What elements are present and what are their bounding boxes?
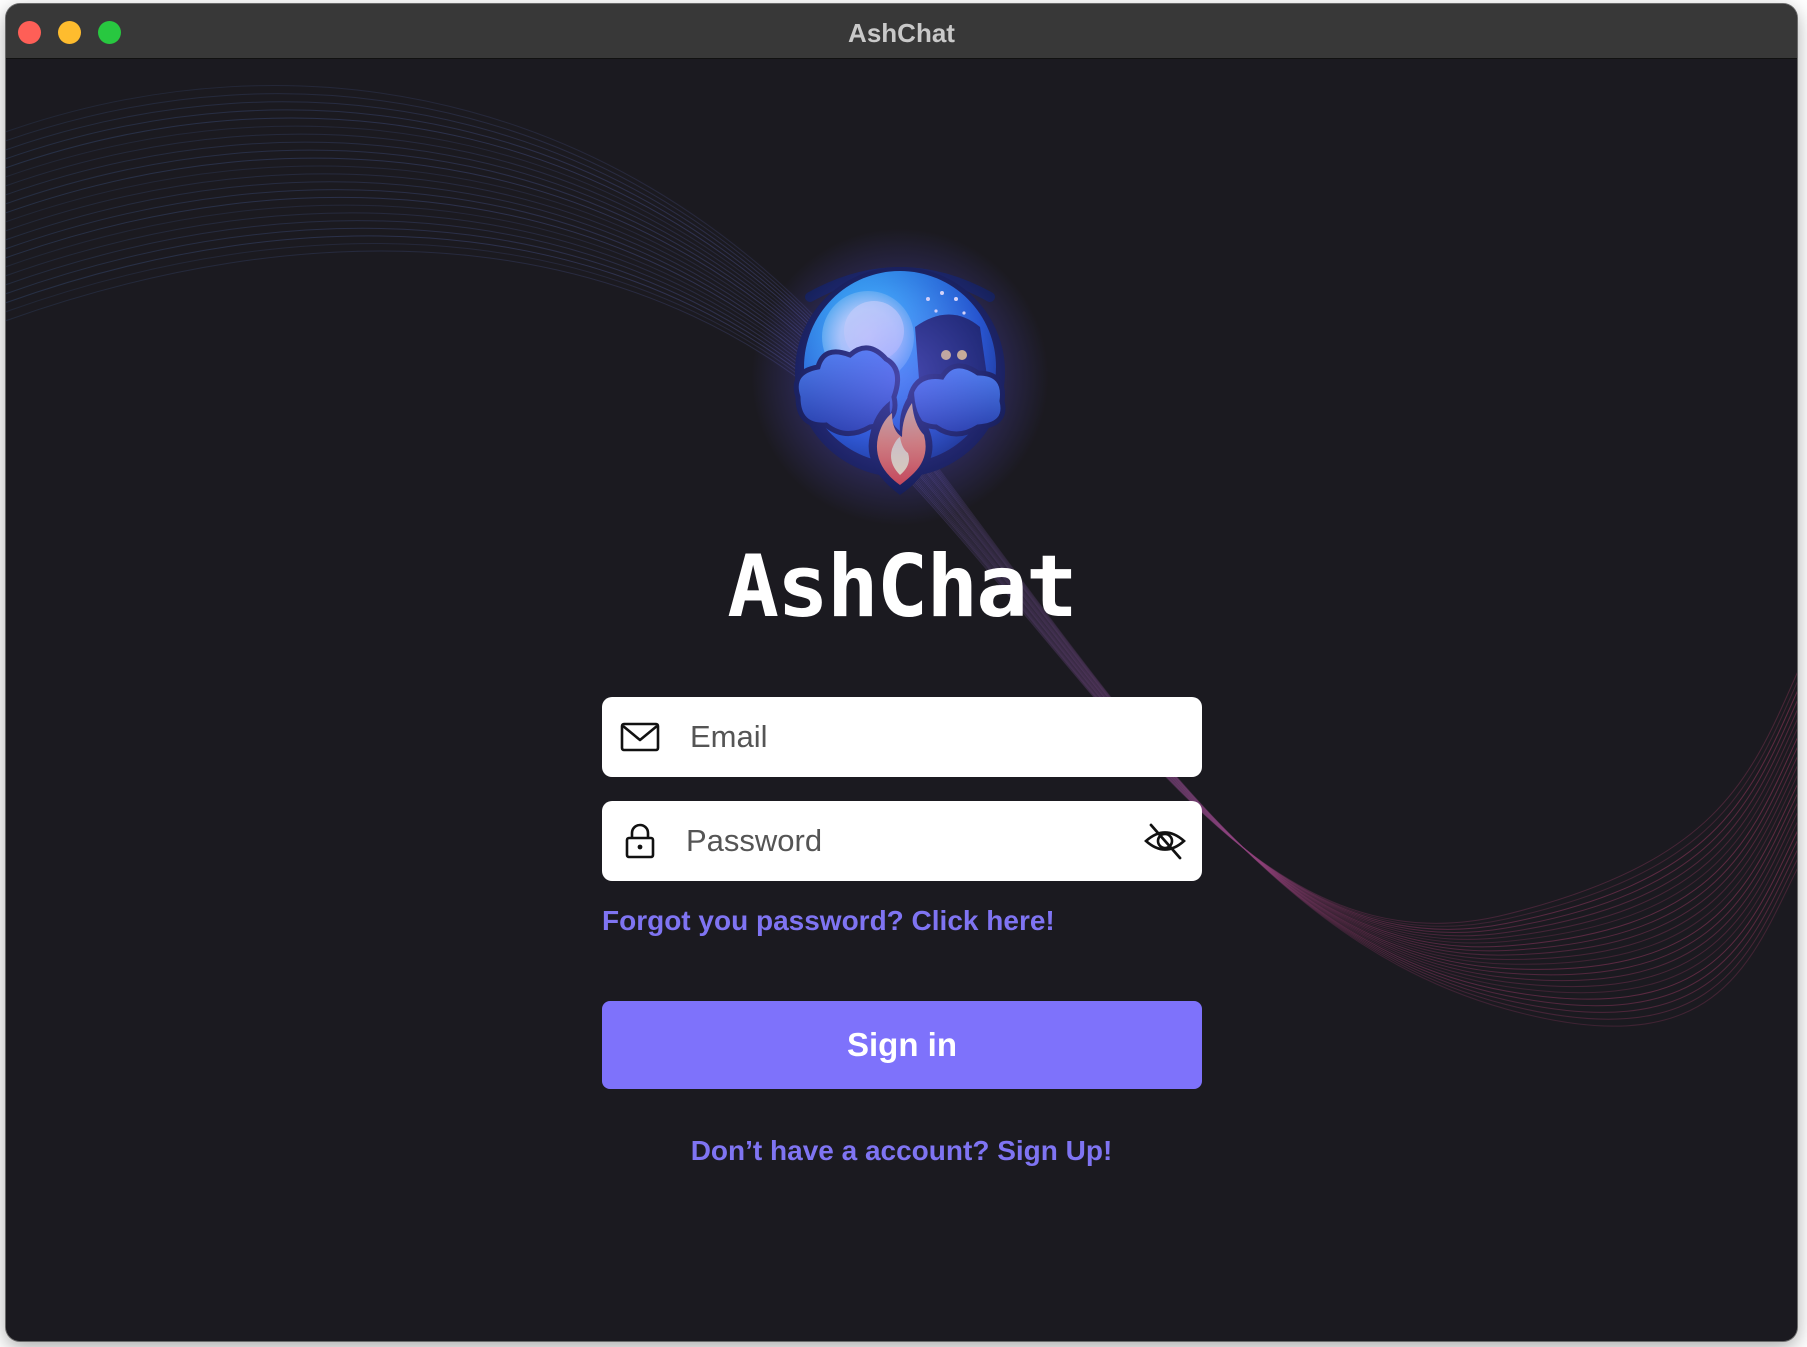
sign-up-link[interactable]: Don’t have a account? Sign Up! bbox=[691, 1135, 1113, 1166]
envelope-icon bbox=[620, 722, 660, 752]
password-input[interactable] bbox=[686, 801, 1146, 881]
email-input[interactable] bbox=[690, 697, 1150, 777]
password-field[interactable] bbox=[602, 801, 1202, 881]
logo-glow bbox=[750, 227, 1050, 527]
brand-title: AshChat bbox=[727, 537, 1077, 637]
forgot-password-link[interactable]: Forgot you password? Click here! bbox=[602, 905, 1055, 937]
sign-in-button[interactable]: Sign in bbox=[602, 1001, 1202, 1089]
lock-icon bbox=[625, 823, 655, 859]
title-bar: AshChat bbox=[6, 4, 1797, 59]
sign-up-link-row: Don’t have a account? Sign Up! bbox=[6, 1135, 1797, 1167]
email-field[interactable] bbox=[602, 697, 1202, 777]
login-screen: AshChat Forgot you password? Click here! bbox=[6, 59, 1797, 1341]
window-title: AshChat bbox=[848, 18, 955, 48]
app-window: AshChat AshChat Email Forgot you passwor… bbox=[6, 4, 1797, 1341]
eye-off-icon[interactable] bbox=[1142, 820, 1188, 862]
app-logo bbox=[750, 227, 1050, 527]
